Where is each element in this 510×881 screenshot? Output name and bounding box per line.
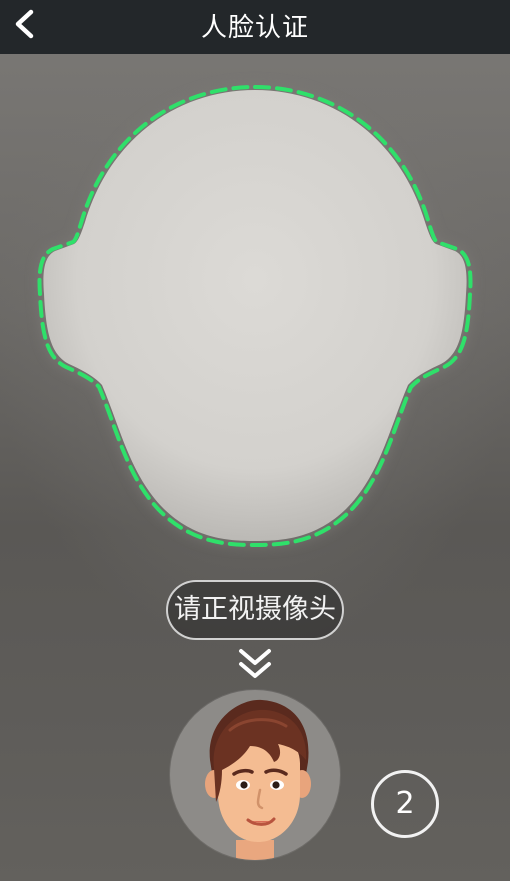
face-frame (37, 84, 473, 548)
double-chevron-down-icon (239, 649, 271, 678)
countdown-indicator: 2 (371, 770, 439, 838)
camera-viewfinder (0, 54, 510, 574)
face-silhouette (43, 90, 467, 541)
page-title: 人脸认证 (200, 13, 309, 43)
cartoon-face-avatar-icon (205, 699, 311, 860)
avatar (170, 690, 340, 860)
navigation-bar: 人脸认证 (0, 0, 510, 54)
face-verification-screen: 人脸认证 请正视摄像头 2 (0, 0, 510, 881)
camera-hint-badge: 请正视摄像头 (166, 580, 344, 640)
